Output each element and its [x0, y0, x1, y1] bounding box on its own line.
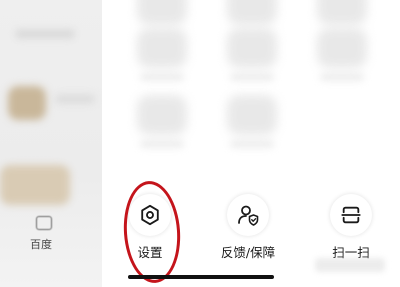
scan-icon-circle[interactable] [330, 194, 372, 236]
feedback-button[interactable]: 反馈/保障 [203, 194, 293, 261]
blurred-row [102, 0, 400, 30]
blurred-text-line [320, 74, 364, 80]
blurred-row [102, 95, 400, 147]
blurred-text-line [140, 141, 184, 147]
feedback-icon-circle[interactable] [227, 194, 269, 236]
blurred-text-line [230, 74, 274, 80]
home-indicator[interactable] [128, 275, 274, 279]
blurred-item [317, 0, 367, 25]
blurred-item [137, 28, 187, 68]
blurred-item [227, 95, 277, 135]
feedback-label: 反馈/保障 [220, 245, 276, 260]
blurred-item [137, 95, 187, 135]
blurred-text-line [15, 30, 75, 38]
scan-icon [341, 206, 361, 224]
blurred-text-line [230, 141, 274, 147]
watermark [315, 258, 385, 272]
blurred-item [227, 0, 277, 25]
blurred-item [317, 28, 367, 68]
blurred-text-line [140, 74, 184, 80]
blurred-avatar [8, 86, 46, 120]
scan-button[interactable]: 扫一扫 [306, 194, 396, 261]
blurred-thumbnail [0, 165, 70, 205]
app-label: 百度 [30, 238, 52, 251]
blurred-text-line [55, 95, 95, 103]
app-icon [36, 216, 52, 230]
blurred-item [137, 0, 187, 25]
user-shield-icon [238, 205, 259, 226]
blurred-item [227, 28, 277, 68]
blurred-row [102, 28, 400, 80]
blurred-background-panel: 百度 [0, 0, 102, 287]
